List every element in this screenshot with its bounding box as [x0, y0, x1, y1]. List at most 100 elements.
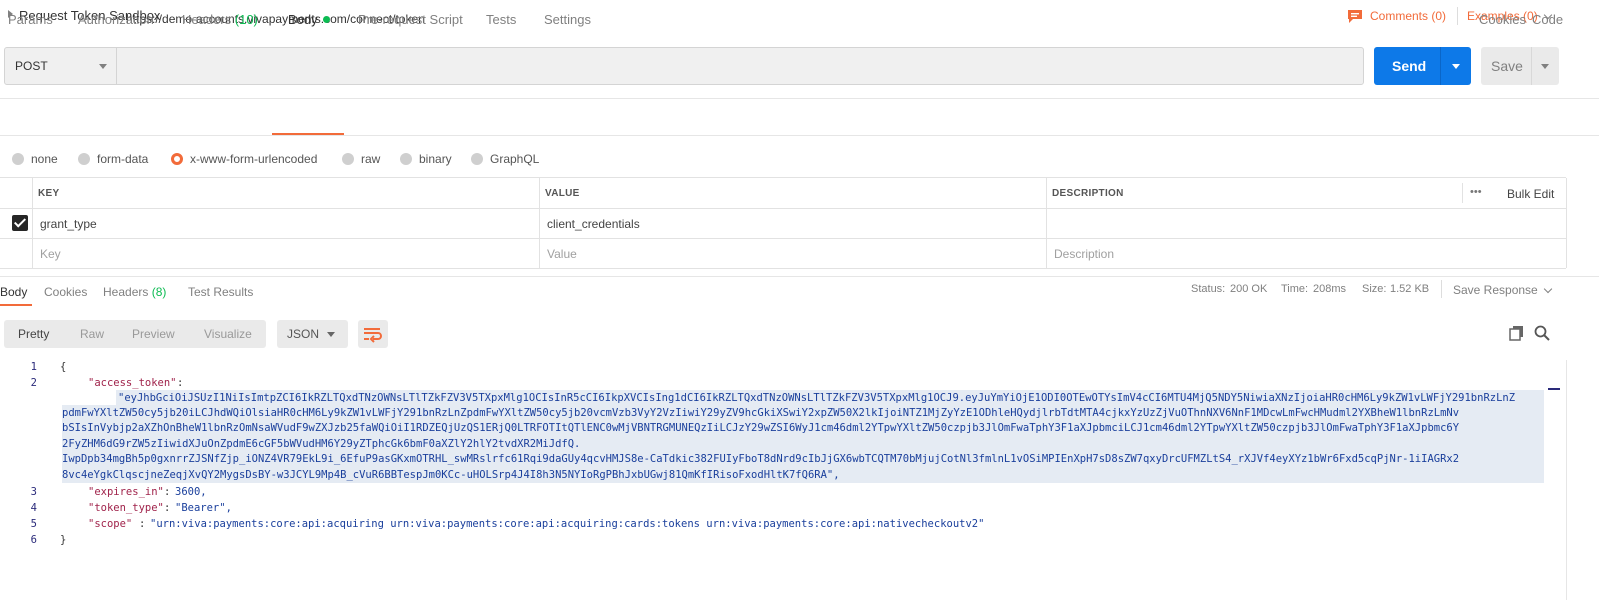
radio-form-data[interactable]: form-data	[78, 152, 148, 166]
time-label: Time:	[1281, 283, 1309, 295]
save-button[interactable]: Save	[1481, 47, 1559, 85]
status-value: 200 OK	[1230, 283, 1268, 295]
request-tabs	[0, 98, 1599, 136]
radio-none[interactable]: none	[12, 152, 58, 166]
json-close-brace: }	[60, 534, 67, 546]
chevron-down-icon	[99, 64, 107, 69]
save-options-chevron-icon[interactable]	[1541, 64, 1549, 69]
tab-headers[interactable]: Headers (10)	[182, 12, 258, 27]
radio-graphql[interactable]: GraphQL	[471, 152, 539, 166]
json-key-access-token: "access_token"	[88, 377, 177, 389]
table-divider	[1566, 178, 1567, 268]
response-body-viewer[interactable]: 1 2 3 4 5 6 { "access_token": "eyJhbGciO…	[0, 360, 1566, 600]
save-response-button[interactable]: Save Response	[1453, 283, 1552, 297]
response-tab-headers[interactable]: Headers (8)	[103, 285, 166, 299]
send-label: Send	[1392, 58, 1427, 74]
line-number: 1	[30, 361, 37, 373]
radio-form-data-label: form-data	[97, 152, 149, 166]
view-mode-visualize[interactable]: Visualize	[204, 327, 252, 341]
radio-circle-selected	[171, 153, 183, 165]
tab-body[interactable]: Body	[288, 12, 330, 27]
line-number: 6	[30, 534, 37, 546]
json-value-access-token-line: IwpDpb34mgBh5p0gxnrrZJSNfZjp_iONZ4VR79Ek…	[62, 453, 1460, 465]
url-bar: POST	[4, 47, 1364, 85]
table-divider	[1462, 183, 1463, 203]
response-headers-label: Headers	[103, 285, 149, 299]
view-mode-selector: Pretty Raw Preview Visualize	[4, 320, 266, 348]
tab-params[interactable]: Params	[8, 12, 53, 27]
response-tab-cookies[interactable]: Cookies	[44, 285, 87, 299]
json-value-access-token-line: 2FyZHM6dG9rZW5zIiwidXJuOnZpdmE6cGF5bWVud…	[62, 438, 581, 450]
radio-x-www-form-urlencoded[interactable]: x-www-form-urlencoded	[171, 152, 317, 166]
send-button[interactable]: Send	[1374, 47, 1471, 85]
active-response-tab-indicator	[0, 304, 32, 306]
line-number: 2	[30, 377, 37, 389]
json-open-brace: {	[60, 361, 67, 373]
table-divider	[0, 238, 1566, 239]
format-label: JSON	[287, 327, 320, 341]
size-value: 1.52 KB	[1390, 283, 1430, 295]
tab-authorization[interactable]: Authorization	[78, 12, 154, 27]
table-divider	[0, 268, 1566, 269]
chevron-down-icon	[1543, 284, 1552, 294]
tab-tests[interactable]: Tests	[486, 12, 516, 27]
size-label: Size:	[1362, 283, 1387, 295]
method-select[interactable]: POST	[5, 48, 117, 84]
wrap-lines-button[interactable]	[358, 320, 388, 348]
table-divider	[0, 208, 1566, 209]
new-description-input[interactable]: Description	[1054, 247, 1114, 261]
param-key-cell[interactable]: grant_type	[40, 217, 97, 231]
view-mode-pretty[interactable]: Pretty	[18, 327, 49, 341]
more-icon[interactable]: •••	[1470, 186, 1482, 198]
param-value-cell[interactable]: client_credentials	[547, 217, 640, 231]
tab-settings[interactable]: Settings	[544, 12, 591, 27]
response-headers-count: (8)	[151, 285, 167, 299]
radio-binary[interactable]: binary	[400, 152, 452, 166]
json-colon: :	[164, 486, 171, 498]
radio-circle	[78, 153, 90, 165]
json-key-scope: "scope"	[88, 518, 133, 530]
divider	[1440, 47, 1441, 85]
tab-prerequest-script[interactable]: Pre-request Script	[358, 12, 463, 27]
comments-button[interactable]: Comments (0)	[1347, 6, 1446, 26]
search-icon[interactable]	[1534, 325, 1550, 344]
json-value-expires-in: 3600,	[175, 486, 207, 498]
code-link[interactable]: Code	[1532, 12, 1563, 27]
method-label: POST	[15, 59, 48, 73]
copy-icon[interactable]	[1509, 325, 1525, 344]
table-divider	[32, 178, 33, 268]
bulk-edit-link[interactable]: Bulk Edit	[1507, 187, 1554, 201]
view-mode-raw[interactable]: Raw	[80, 327, 104, 341]
row-enabled-checkbox[interactable]	[12, 215, 28, 231]
divider	[1457, 7, 1458, 25]
scrollbar-track[interactable]	[1566, 360, 1567, 600]
body-active-dot-icon	[322, 16, 330, 23]
format-select[interactable]: JSON	[277, 320, 348, 348]
response-tab-body[interactable]: Body	[0, 285, 27, 299]
new-value-input[interactable]: Value	[547, 247, 577, 261]
comments-label: Comments (0)	[1370, 9, 1447, 23]
wrap-lines-icon	[364, 328, 382, 343]
table-divider	[1046, 178, 1047, 268]
status-label: Status:	[1191, 283, 1226, 295]
json-value-access-token-line: bSIsInVybjp2aXZhOnBheW1lbnRzOmNsaWVudF9w…	[62, 422, 1460, 434]
send-options-chevron-icon[interactable]	[1452, 64, 1460, 69]
radio-raw[interactable]: raw	[342, 152, 380, 166]
divider	[1441, 280, 1442, 298]
radio-none-label: none	[31, 152, 58, 166]
cookies-link[interactable]: Cookies	[1479, 12, 1526, 27]
tab-body-label: Body	[288, 12, 318, 27]
table-divider	[539, 178, 540, 268]
response-tab-test-results[interactable]: Test Results	[188, 285, 253, 299]
new-key-input[interactable]: Key	[40, 247, 61, 261]
json-value-scope: "urn:viva:payments:core:api:acquiring ur…	[150, 518, 985, 530]
radio-raw-label: raw	[361, 152, 381, 166]
view-mode-preview[interactable]: Preview	[132, 327, 175, 341]
divider	[1531, 47, 1532, 85]
json-value-token-type: "Bearer",	[175, 502, 232, 514]
json-colon: :	[139, 518, 146, 530]
radio-urlencoded-label: x-www-form-urlencoded	[190, 152, 318, 166]
active-tab-indicator	[272, 133, 344, 135]
radio-circle	[400, 153, 412, 165]
save-response-label: Save Response	[1453, 283, 1538, 297]
